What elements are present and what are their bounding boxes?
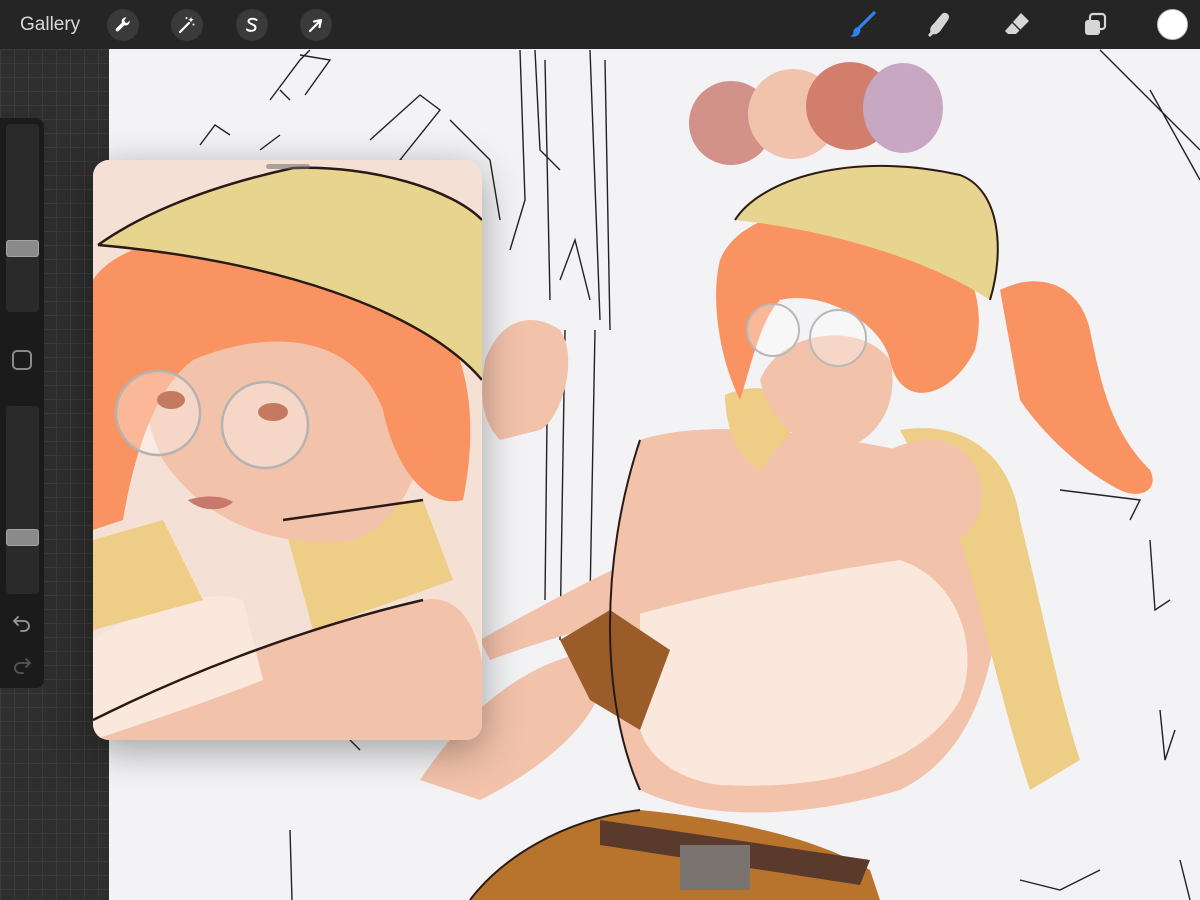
actions-button[interactable] xyxy=(107,9,139,41)
eraser-button[interactable] xyxy=(1000,8,1034,42)
reference-artwork xyxy=(93,160,482,740)
reference-window-grabber[interactable] xyxy=(266,164,310,169)
magic-wand-icon xyxy=(178,17,195,34)
brush-button[interactable] xyxy=(845,8,879,42)
smudge-finger-icon xyxy=(928,12,950,37)
layers-button[interactable] xyxy=(1078,8,1112,42)
brush-size-handle[interactable] xyxy=(6,240,39,257)
palette-swatch[interactable] xyxy=(863,63,943,153)
sidebar-panel xyxy=(0,118,44,688)
gallery-button[interactable]: Gallery xyxy=(20,12,80,38)
redo-icon[interactable] xyxy=(10,652,34,676)
eraser-icon xyxy=(1005,13,1029,34)
belt-buckle-shape xyxy=(680,845,750,890)
adjustments-button[interactable] xyxy=(171,9,203,41)
undo-icon[interactable] xyxy=(10,610,34,634)
ponytail-shape xyxy=(1000,281,1153,494)
top-toolbar: Gallery xyxy=(0,0,1200,49)
modify-button[interactable] xyxy=(12,350,32,370)
smudge-button[interactable] xyxy=(922,8,956,42)
selection-s-icon xyxy=(246,17,258,32)
brush-icon xyxy=(850,11,876,37)
color-palette-blobs xyxy=(689,62,943,165)
color-picker-swatch[interactable] xyxy=(1157,9,1188,40)
selection-button[interactable] xyxy=(236,9,268,41)
opacity-slider[interactable] xyxy=(6,406,39,594)
brush-size-slider[interactable] xyxy=(6,124,39,312)
arrow-cursor-icon xyxy=(308,18,323,33)
layers-icon xyxy=(1085,12,1107,35)
transform-button[interactable] xyxy=(300,9,332,41)
opacity-handle[interactable] xyxy=(6,529,39,546)
wrench-icon xyxy=(115,17,130,32)
reference-window[interactable] xyxy=(93,160,482,740)
raised-hand-shape xyxy=(482,320,569,440)
